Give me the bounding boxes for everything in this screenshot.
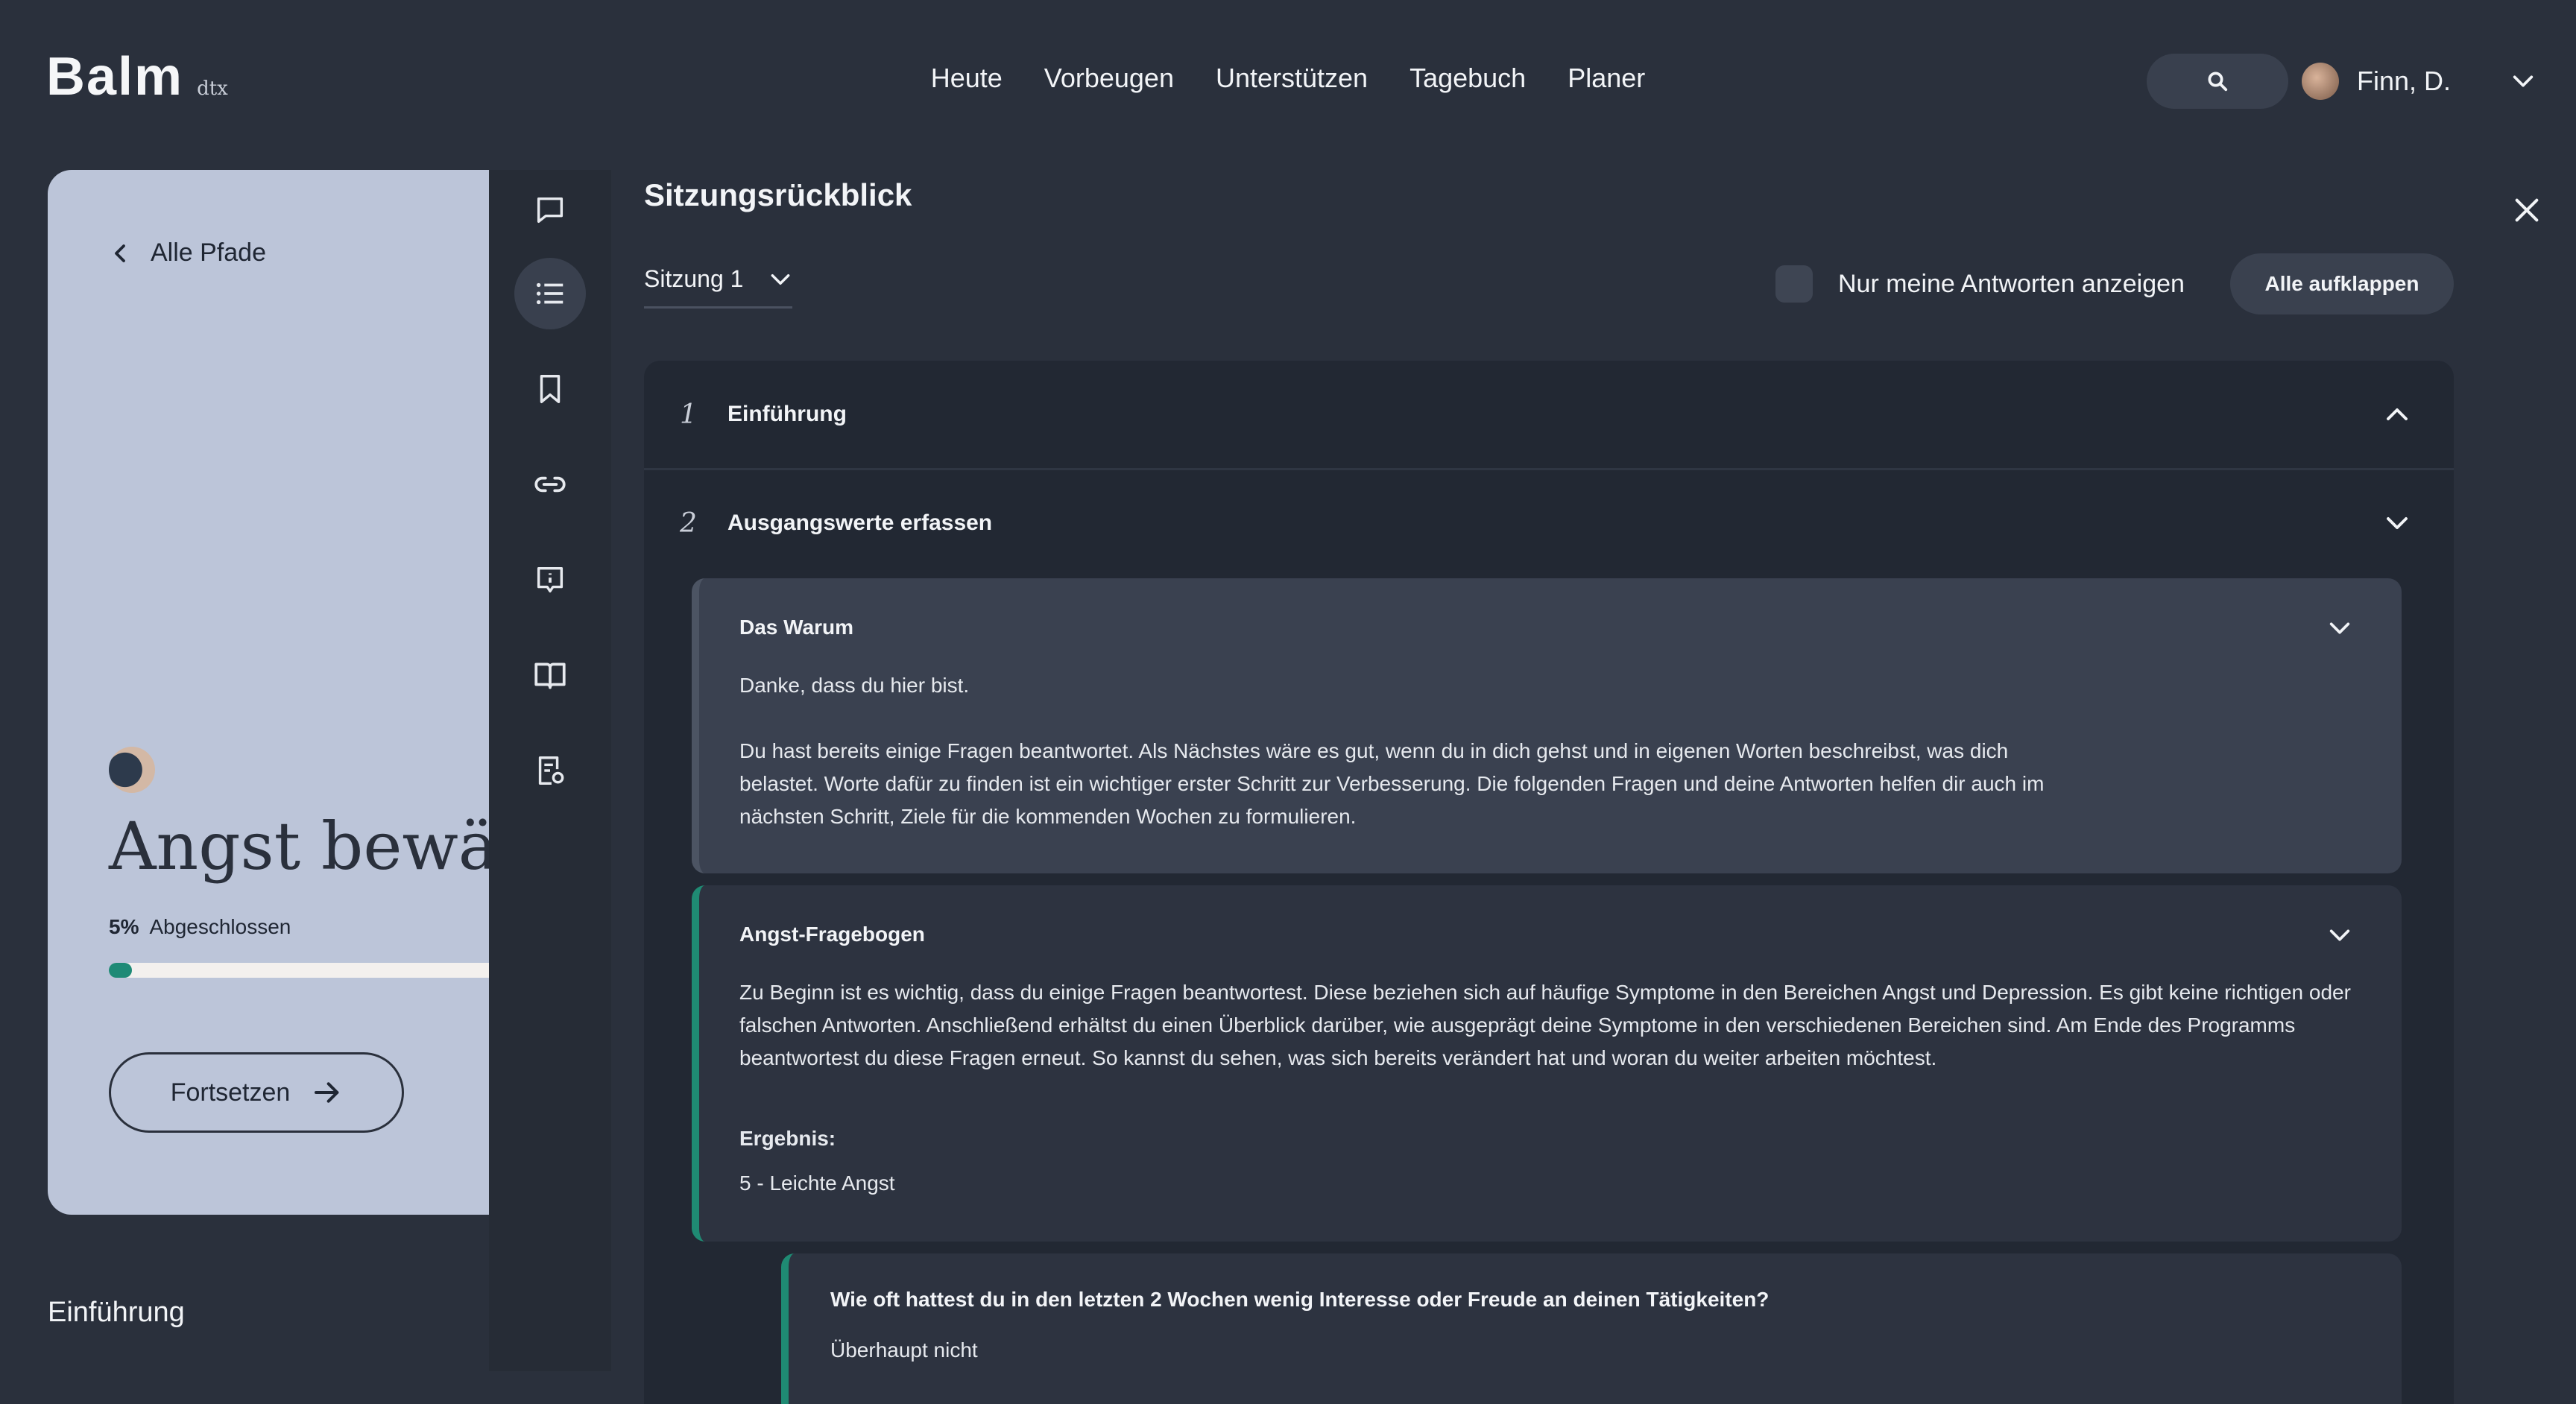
user-menu[interactable]: Finn, D. xyxy=(2302,63,2536,100)
session-section-list: 1 Einführung 2 Ausgangswerte erfassen Da… xyxy=(644,361,2454,1404)
result-label: Ergebnis: xyxy=(739,1127,836,1150)
question-text: Wie oft hattest du in den letzten 2 Woch… xyxy=(830,1288,1770,1311)
checkbox[interactable] xyxy=(1775,265,1813,303)
continue-label: Fortsetzen xyxy=(170,1078,291,1107)
course-card: Alle Pfade Angst bewältigen 5% Abgeschlos… xyxy=(48,170,510,1215)
drawer-side-rail xyxy=(489,170,611,1371)
rail-document-button[interactable] xyxy=(514,735,586,806)
section-heading: Einführung xyxy=(48,1297,185,1328)
rail-list-button[interactable] xyxy=(514,258,586,329)
rail-chat-button[interactable] xyxy=(514,174,586,246)
card-title: Das Warum xyxy=(739,616,854,639)
card-paragraph-line: belastet. Worte dafür zu finden ist ein … xyxy=(739,772,2045,795)
chevron-left-icon xyxy=(115,244,125,262)
book-icon xyxy=(534,663,566,689)
card-title: Angst-Fragebogen xyxy=(739,923,925,946)
chevron-down-icon[interactable] xyxy=(2327,923,2352,948)
section-number: 2 xyxy=(680,507,697,539)
nav-item-vorbeugen[interactable]: Vorbeugen xyxy=(1044,63,1174,94)
chevron-down-icon xyxy=(2513,75,2534,87)
course-icon xyxy=(109,747,155,793)
nav-item-tagebuch[interactable]: Tagebuch xyxy=(1409,63,1526,94)
rail-book-button[interactable] xyxy=(514,639,586,711)
drawer-title: Sitzungsrückblick xyxy=(644,177,912,212)
why-card: Das Warum Danke, dass du hier bist. Du h… xyxy=(692,578,2402,873)
document-shield-icon xyxy=(538,756,564,785)
search-button[interactable] xyxy=(2147,54,2288,109)
expand-all-button[interactable]: Alle aufklappen xyxy=(2230,253,2454,314)
nav-item-planer[interactable]: Planer xyxy=(1568,63,1645,94)
list-icon xyxy=(536,282,564,305)
search-icon xyxy=(2208,72,2228,92)
chat-icon xyxy=(537,197,564,224)
section-title: Ausgangswerte erfassen xyxy=(727,510,993,535)
chevron-down-icon xyxy=(771,273,790,285)
progress-bar xyxy=(109,963,510,978)
result-value: 5 - Leichte Angst xyxy=(739,1171,895,1195)
nav-item-unterstuetzen[interactable]: Unterstützen xyxy=(1216,63,1368,94)
card-paragraph-line: nächsten Schritt, Ziele für die kommende… xyxy=(739,805,1357,828)
avatar xyxy=(2302,63,2339,100)
session-dropdown[interactable]: Sitzung 1 xyxy=(644,265,793,309)
close-icon xyxy=(2515,198,2539,222)
progress-percent: 5% xyxy=(109,915,139,938)
info-message-icon xyxy=(537,566,564,593)
chevron-down-icon[interactable] xyxy=(2327,616,2352,641)
progress-label: 5% Abgeschlossen xyxy=(109,915,291,939)
section-title: Einführung xyxy=(727,402,847,426)
section-row-ausgangswerte[interactable]: 2 Ausgangswerte erfassen xyxy=(644,469,2454,577)
card-paragraph: Danke, dass du hier bist. xyxy=(739,674,970,697)
user-name: Finn, D. xyxy=(2357,66,2452,96)
card-paragraph-line: Du hast bereits einige Fragen beantworte… xyxy=(739,739,2009,762)
rail-bookmark-button[interactable] xyxy=(514,353,586,425)
card-paragraph-line: Zu Beginn ist es wichtig, dass du einige… xyxy=(739,981,2351,1004)
questionnaire-card: Angst-Fragebogen Zu Beginn ist es wichti… xyxy=(692,885,2402,1242)
back-to-paths-link[interactable]: Alle Pfade xyxy=(109,238,266,268)
session-review-drawer: Sitzungsrückblick Sitzung 1 Nur meine An… xyxy=(489,170,2576,1404)
card-paragraph-line: falschen Antworten. Anschließend erhälts… xyxy=(739,1014,2296,1037)
progress-fill xyxy=(109,963,132,978)
card-paragraph-line: beantwortest du diese Fragen erneut. So … xyxy=(739,1046,1937,1069)
course-title: Angst bewältigen xyxy=(109,808,510,885)
chevron-down-icon xyxy=(2387,517,2408,529)
chevron-up-icon xyxy=(2387,408,2408,420)
arrow-right-icon xyxy=(315,1082,339,1103)
close-button[interactable] xyxy=(2504,188,2549,233)
section-row-einfuehrung[interactable]: 1 Einführung xyxy=(644,361,2454,468)
continue-button[interactable]: Fortsetzen xyxy=(109,1052,404,1133)
bookmark-icon xyxy=(540,375,561,403)
back-link-label: Alle Pfade xyxy=(151,238,266,267)
only-my-answers-toggle[interactable]: Nur meine Antworten anzeigen xyxy=(1775,265,2185,303)
session-value: Sitzung 1 xyxy=(644,265,744,292)
question-answer: Überhaupt nicht xyxy=(830,1338,978,1362)
rail-info-button[interactable] xyxy=(514,544,586,616)
section-number: 1 xyxy=(680,399,697,430)
progress-text: Abgeschlossen xyxy=(149,915,291,938)
link-icon xyxy=(534,476,566,493)
nav-item-heute[interactable]: Heute xyxy=(931,63,1003,94)
question-card: Wie oft hattest du in den letzten 2 Woch… xyxy=(781,1253,2402,1404)
toggle-label: Nur meine Antworten anzeigen xyxy=(1838,269,2185,298)
top-header: Balm dtx Heute Vorbeugen Unterstützen Ta… xyxy=(0,0,2576,164)
rail-link-button[interactable] xyxy=(514,449,586,520)
